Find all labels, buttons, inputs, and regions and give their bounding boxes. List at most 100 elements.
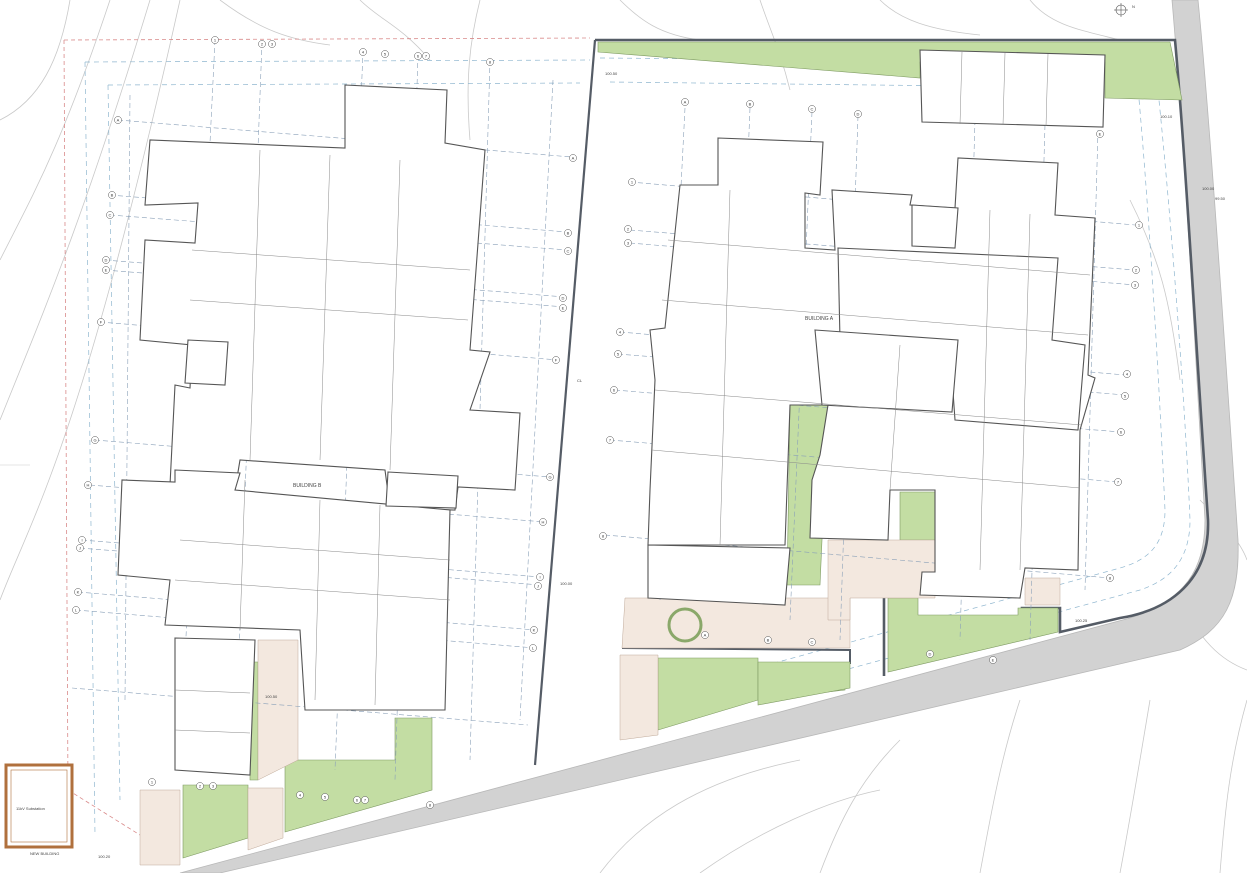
grid-bubble: A xyxy=(114,116,122,124)
svg-text:H: H xyxy=(87,483,90,488)
grid-bubble: 2 xyxy=(1132,266,1140,274)
svg-text:D: D xyxy=(562,296,565,301)
grid-bubble: 8 xyxy=(1106,574,1114,582)
svg-text:H: H xyxy=(542,520,545,525)
grid-bubble: F xyxy=(552,356,560,364)
grid-bubble: 3 xyxy=(268,40,276,48)
grid-bubble: 8 xyxy=(486,58,494,66)
grid-bubble: C xyxy=(564,247,572,255)
svg-text:K: K xyxy=(77,590,80,595)
boundary-label: CL xyxy=(577,378,583,383)
grid-bubble: K xyxy=(530,626,538,634)
grid-bubble: D xyxy=(926,650,934,658)
svg-text:B: B xyxy=(749,102,752,107)
svg-text:D: D xyxy=(857,112,860,117)
svg-text:E: E xyxy=(562,306,565,311)
grid-bubble: B xyxy=(108,191,116,199)
svg-text:I: I xyxy=(81,538,82,543)
svg-text:E: E xyxy=(992,658,995,663)
level-mark: 100.10 xyxy=(1160,114,1173,119)
grid-bubble: 5 xyxy=(321,793,329,801)
grid-bubble: 5 xyxy=(1121,392,1129,400)
grid-bubble: 5 xyxy=(614,350,622,358)
level-mark: 100.20 xyxy=(98,854,111,859)
grid-bubble: 7 xyxy=(1114,478,1122,486)
level-mark: 99.50 xyxy=(1215,196,1226,201)
grid-bubble: B xyxy=(764,636,772,644)
grid-bubble: F xyxy=(97,318,105,326)
grid-bubble: E xyxy=(989,656,997,664)
grid-bubble: A xyxy=(569,154,577,162)
grid-bubble: K xyxy=(74,588,82,596)
svg-text:C: C xyxy=(567,249,570,254)
svg-text:D: D xyxy=(105,258,108,263)
grid-bubble: 2 xyxy=(196,782,204,790)
grid-bubble: E xyxy=(102,266,110,274)
grid-bubble: 4 xyxy=(1123,370,1131,378)
level-mark: 100.50 xyxy=(605,71,618,76)
grid-bubble: L xyxy=(529,644,537,652)
grid-bubble: J xyxy=(76,544,84,552)
svg-text:A: A xyxy=(684,100,687,105)
grid-bubble: 8 xyxy=(599,532,607,540)
svg-text:B: B xyxy=(111,193,114,198)
svg-text:E: E xyxy=(1099,132,1102,137)
svg-text:J: J xyxy=(79,546,81,551)
grid-bubble: 7 xyxy=(606,436,614,444)
grid-bubble: 3 xyxy=(624,239,632,247)
substation-note: NEW BUILDING xyxy=(30,851,59,856)
north-label: N xyxy=(1132,4,1135,9)
grid-bubble: 7 xyxy=(422,52,430,60)
grid-bubble: 4 xyxy=(359,48,367,56)
grid-bubble: 7 xyxy=(361,796,369,804)
grid-bubble: 8 xyxy=(426,801,434,809)
grid-bubble: 4 xyxy=(616,328,624,336)
grid-bubble: J xyxy=(534,582,542,590)
svg-text:C: C xyxy=(811,107,814,112)
svg-text:A: A xyxy=(704,633,707,638)
building-a-west-boundary xyxy=(533,39,597,766)
svg-text:B: B xyxy=(767,638,770,643)
grid-bubble: 2 xyxy=(258,40,266,48)
grid-bubble: 6 xyxy=(1117,428,1125,436)
substation-text: 11kV Substation xyxy=(16,806,45,811)
grid-bubble: A xyxy=(701,631,709,639)
svg-text:A: A xyxy=(572,156,575,161)
grid-bubble: B xyxy=(564,229,572,237)
grid-bubble: D xyxy=(854,110,862,118)
level-mark: 100.50 xyxy=(265,694,278,699)
grid-bubble: 6 xyxy=(353,796,361,804)
grid-bubble: 3 xyxy=(209,782,217,790)
grid-bubble: 1 xyxy=(211,36,219,44)
grid-bubble: 4 xyxy=(296,791,304,799)
level-mark: 100.00 xyxy=(1202,186,1215,191)
svg-text:B: B xyxy=(567,231,570,236)
grid-bubble: H xyxy=(84,481,92,489)
svg-text:K: K xyxy=(533,628,536,633)
svg-text:G: G xyxy=(93,438,96,443)
grid-bubble: 6 xyxy=(610,386,618,394)
building-b-label: BUILDING B xyxy=(293,483,322,489)
grid-bubble: I xyxy=(78,536,86,544)
grid-bubble: C xyxy=(808,638,816,646)
grid-bubble: B xyxy=(746,100,754,108)
grid-bubble: D xyxy=(102,256,110,264)
grid-bubble: G xyxy=(546,473,554,481)
svg-text:A: A xyxy=(117,118,120,123)
grid-bubble: C xyxy=(106,211,114,219)
grid-bubble: D xyxy=(559,294,567,302)
grid-bubble: 6 xyxy=(414,52,422,60)
grid-bubble: 1 xyxy=(628,178,636,186)
building-b-footprint xyxy=(117,84,521,776)
grid-bubble: E xyxy=(559,304,567,312)
grid-bubble: I xyxy=(536,573,544,581)
grid-bubble: A xyxy=(681,98,689,106)
grid-bubble: G xyxy=(91,436,99,444)
north-arrow-icon xyxy=(1114,3,1128,17)
svg-text:C: C xyxy=(811,640,814,645)
grid-bubble: 1 xyxy=(1135,221,1143,229)
grid-bubble: 2 xyxy=(624,225,632,233)
svg-text:D: D xyxy=(929,652,932,657)
building-a-label: BUILDING A xyxy=(805,316,834,322)
grid-bubble: 3 xyxy=(1131,281,1139,289)
